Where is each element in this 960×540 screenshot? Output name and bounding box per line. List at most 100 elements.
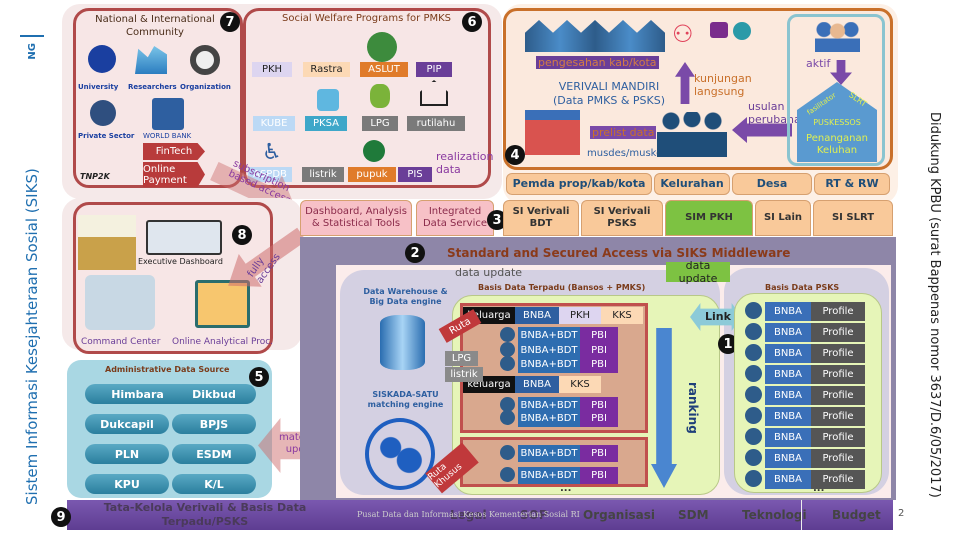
psks-row: BNBA Profile [745,302,865,321]
psks-bnba-cell: BNBA [765,302,811,321]
psks-bnba-cell: BNBA [765,407,811,426]
worldbank-icon [152,98,184,130]
pengesahan-label: pengesahan kab/kota [536,56,659,69]
program-pip: PIP [416,62,452,77]
pbi-cell: PBI [580,356,618,373]
community-item-private: Private Sector [78,132,135,140]
handshake-icon: ⚇ [672,20,694,48]
person-icon [745,344,762,361]
program-rutilahu: rutilahu [407,116,465,131]
bdt-header-row: keluarga BNBA KKS [463,376,601,393]
governance-budget: Budget [832,508,881,522]
bdt-header-row: keluarga BNBA PKH KKS [463,307,643,324]
page-number: 2 [898,508,905,519]
bdt-header-cell: BNBA [515,307,559,324]
link-label: Link [705,310,731,323]
person-icon [500,445,515,460]
badge-9: 9 [51,507,71,527]
online-payment-tag: Online Payment [143,162,205,187]
siskada-title: SISKADA-SATU matching engine [367,390,444,410]
person-icon [745,449,762,466]
organization-icon [190,45,220,75]
dashboard-tools: Dashboard, Analysis & Statistical Tools [300,200,412,236]
dashboard-devices-icon [146,220,222,255]
psks-bnba-cell: BNBA [765,449,811,468]
olap-label: Online Analytical Proc. [172,337,274,347]
program-aslut: ASLUT [360,62,408,77]
psks-row: BNBA Profile [745,365,865,384]
level-rtrw: RT & RW [814,173,890,195]
source-kl: K/L [172,474,256,494]
level-pemda: Pemda prop/kab/kota [506,173,652,195]
middleware-title: Standard and Secured Access via SIKS Mid… [447,246,791,260]
verivali-house-icon [525,110,580,155]
psks-profile-cell: Profile [811,344,865,363]
kunjungan-label: kunjungan langsung [694,72,752,99]
university-icon [88,45,116,73]
system-si-lain: SI Lain [755,200,811,236]
program-kube: KUBE [253,116,295,131]
source-dikbud: Dikbud [172,384,256,404]
psks-bnba-cell: BNBA [765,386,811,405]
community-item-university: University [78,83,119,91]
person-icon [745,365,762,382]
source-dukcapil: Dukcapil [85,414,169,434]
person-icon [500,467,515,482]
admin-title: Administrative Data Source [105,365,230,374]
side-title-left: Sistem Informasi Kesejahteraan Sosial (S… [20,35,44,505]
psks-profile-cell: Profile [811,407,865,426]
badge-4: 4 [505,145,525,165]
governance-sdm: SDM [678,508,709,522]
source-esdm: ESDM [172,444,256,464]
data-update-label: data update [455,266,523,279]
person-icon [745,470,762,487]
bnba-bdt-cell: BNBA+BDT [518,445,580,462]
bdt-header-cell: KKS [601,307,643,324]
bdt-data-row: BNBA+BDT PBI [500,467,618,484]
psks-bnba-cell: BNBA [765,365,811,384]
psks-bnba-cell: BNBA [765,323,811,342]
psks-profile-cell: Profile [811,365,865,384]
bdt-data-row: BNBA+BDT PBI [500,445,618,462]
warehouse-title: Data Warehouse & Big Data engine [363,287,448,307]
bdt-header-cell: PKH [559,307,601,324]
system-si-slrt: SI SLRT [813,200,893,236]
command-center-icon [85,275,155,330]
community-title: National & International Community [95,14,215,38]
gears-icon [365,418,435,490]
bnba-bdt-cell: BNBA+BDT [518,410,580,427]
prelist-label: prelist data [590,126,657,139]
system-verivali-psks: SI Verivali PSKS [581,200,663,236]
lpg-tag: LPG [445,351,478,366]
program-lpg: LPG [362,116,398,131]
bdt-data-row: BNBA+BDT PBI [500,356,618,373]
verivali-mandiri-label: VERIVALI MANDIRI (Data PMKS & PSKS) [552,80,666,108]
ranking-label: ranking [686,382,700,434]
program-pis: PIS [398,167,432,182]
psks-profile-cell: Profile [811,302,865,321]
badge-7: 7 [220,12,240,32]
community-group-icon [815,22,860,52]
psks-row: BNBA Profile [745,449,865,468]
listrik-tag: listrik [445,367,483,382]
bdt-ellipsis: ... [560,483,572,494]
database-icon [380,315,425,370]
person-icon [500,410,515,425]
source-bpjs: BPJS [172,414,256,434]
musdes-label: musdes/muskel [587,148,666,159]
olap-icon [195,280,250,328]
psks-title: Basis Data PSKS [765,283,840,292]
person-icon [745,302,762,319]
source-kpu: KPU [85,474,169,494]
program-pkh: PKH [252,62,292,77]
person-icon [745,386,762,403]
bappenas-logo [78,215,136,270]
psks-profile-cell: Profile [811,386,865,405]
program-pksa: PKSA [305,116,347,131]
badge-6: 6 [462,12,482,32]
governance-title: Tata-Kelola Verivali & Basis Data Terpad… [103,500,307,528]
psks-row: BNBA Profile [745,386,865,405]
psks-row: BNBA Profile [745,470,865,489]
bnba-bdt-cell: BNBA+BDT [518,467,580,484]
private-sector-icon [90,100,116,126]
